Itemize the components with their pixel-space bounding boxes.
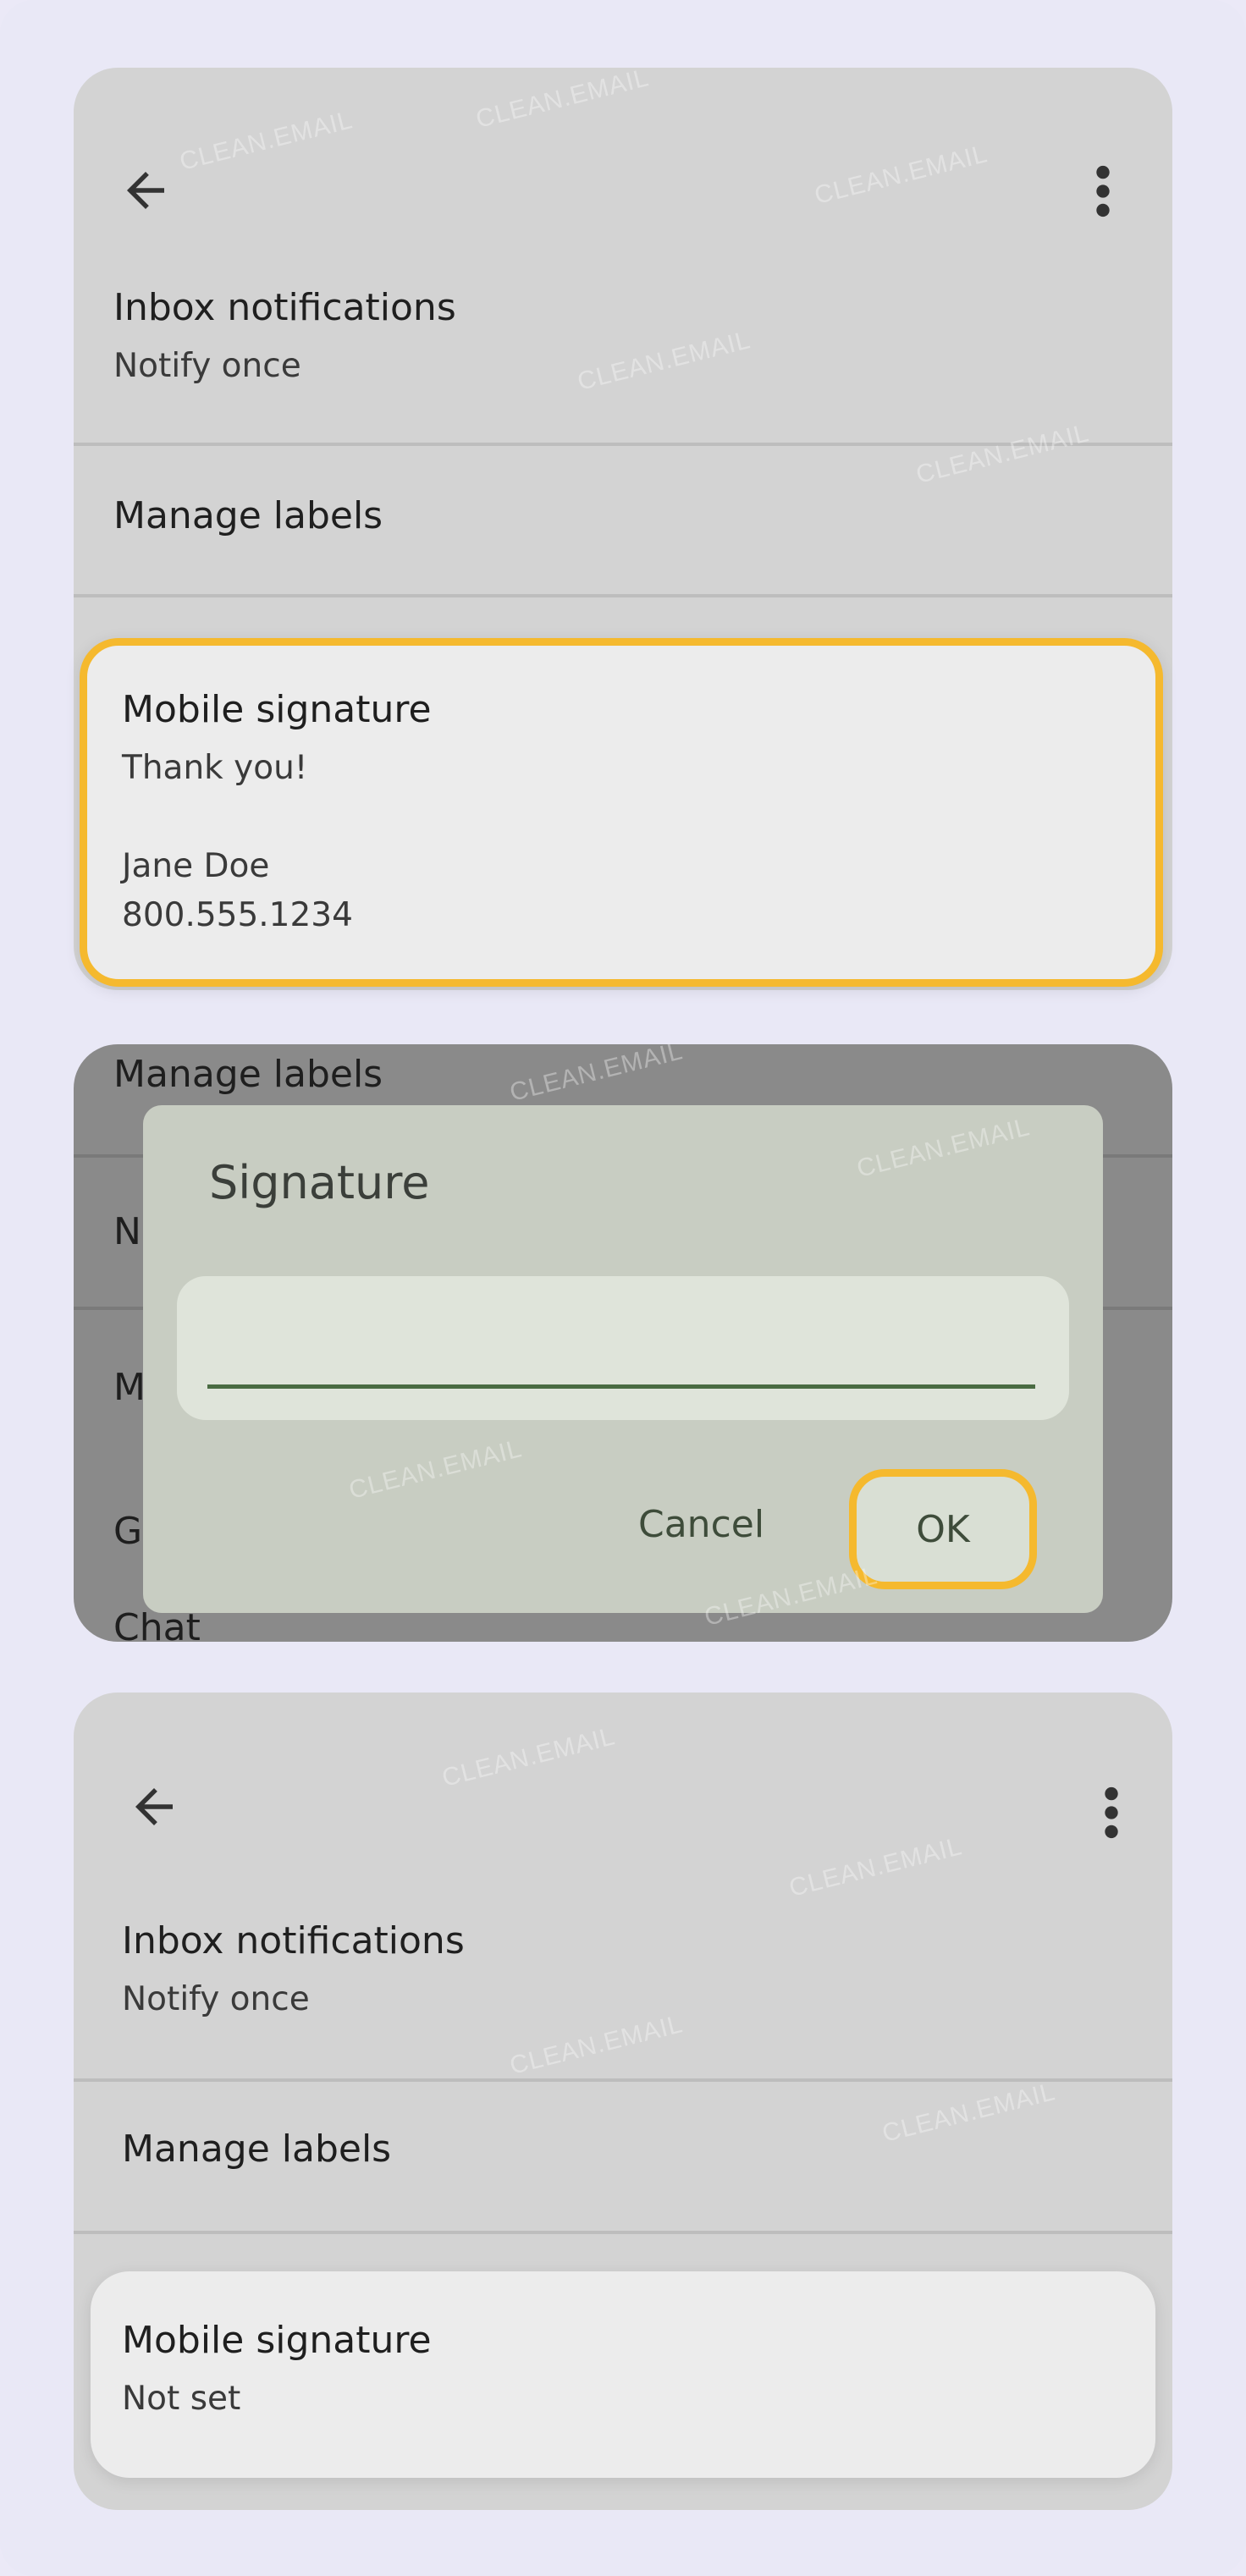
signature-line-3: 800.555.1234 (122, 896, 353, 934)
back-arrow-icon[interactable] (126, 1779, 182, 1835)
signature-line-2: Jane Doe (122, 847, 270, 885)
background-row: M (113, 1366, 146, 1409)
inbox-notifications-title: Inbox notifications (113, 286, 456, 329)
ok-button[interactable]: OK (849, 1469, 1037, 1589)
mobile-signature-item[interactable]: Mobile signature Not set (91, 2271, 1155, 2478)
inbox-notifications-value: Notify once (113, 347, 301, 385)
signature-dialog: Signature Cancel OK (143, 1105, 1103, 1613)
background-row-manage-labels: Manage labels (113, 1053, 383, 1096)
background-row: N (113, 1210, 141, 1253)
cancel-button[interactable]: Cancel (638, 1503, 764, 1546)
back-arrow-icon[interactable] (118, 162, 174, 218)
background-row: G (113, 1510, 143, 1553)
dialog-title: Signature (209, 1156, 430, 1209)
mobile-signature-value: Not set (122, 2380, 241, 2418)
signature-input-container (177, 1276, 1069, 1420)
more-options-icon[interactable] (1103, 1786, 1120, 1840)
more-options-icon[interactable] (1094, 164, 1111, 218)
divider (74, 443, 1172, 446)
manage-labels-item[interactable]: Manage labels (122, 2127, 391, 2171)
signature-dialog-screen: Manage labels N M G Chat Signature Cance… (74, 1044, 1172, 1642)
divider (74, 2231, 1172, 2234)
signature-input[interactable] (207, 1302, 1035, 1379)
manage-labels-item[interactable]: Manage labels (113, 494, 383, 537)
input-underline (207, 1384, 1035, 1389)
inbox-notifications-value: Notify once (122, 1980, 310, 2018)
divider (74, 594, 1172, 597)
signature-line-1: Thank you! (122, 749, 308, 787)
divider (74, 2078, 1172, 2082)
page-background: Inbox notifications Notify once Manage l… (0, 0, 1246, 2576)
mobile-signature-title: Mobile signature (122, 688, 432, 731)
mobile-signature-title: Mobile signature (122, 2319, 432, 2362)
mobile-signature-item-highlighted[interactable]: Mobile signature Thank you! Jane Doe 800… (80, 638, 1163, 987)
inbox-notifications-title: Inbox notifications (122, 1919, 465, 1962)
